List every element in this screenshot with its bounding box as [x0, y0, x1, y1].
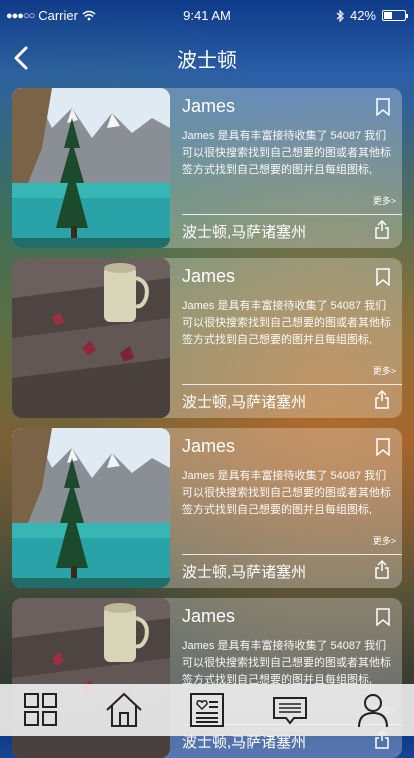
card-description: James 是具有丰富接待收集了 54087 我们可以很快搜索找到自己想要的图或…	[182, 640, 391, 686]
status-bar: ●●●○○ Carrier 9:41 AM 42%	[0, 0, 414, 30]
bookmark-icon[interactable]	[376, 608, 390, 626]
battery-icon	[382, 10, 408, 21]
card-description: James 是具有丰富接待收集了 54087 我们可以很快搜索找到自己想要的图或…	[182, 300, 391, 346]
more-link[interactable]: 更多>	[373, 194, 396, 207]
grid-icon	[24, 693, 58, 726]
battery-percent: 42%	[349, 8, 376, 23]
mountain-lake-image[interactable]	[12, 428, 170, 588]
home-icon	[106, 692, 142, 727]
card[interactable]: James James 是具有丰富接待收集了 54087 我们可以很快搜索找到自…	[12, 88, 402, 248]
tab-news[interactable]	[187, 690, 227, 730]
share-icon[interactable]	[374, 389, 390, 409]
mountain-lake-image[interactable]	[12, 88, 170, 248]
share-icon[interactable]	[374, 219, 390, 239]
card-info: James James 是具有丰富接待收集了 54087 我们可以很快搜索找到自…	[182, 258, 402, 418]
bookmark-icon[interactable]	[376, 438, 390, 456]
profile-icon	[357, 694, 388, 728]
share-icon[interactable]	[374, 559, 390, 579]
tab-bar	[0, 684, 414, 736]
card-description: James 是具有丰富接待收集了 54087 我们可以很快搜索找到自己想要的图或…	[182, 130, 391, 176]
card-name: James	[182, 96, 236, 116]
bookmark-icon[interactable]	[376, 98, 390, 116]
divider	[182, 214, 402, 215]
card-info: James James 是具有丰富接待收集了 54087 我们可以很快搜索找到自…	[182, 428, 402, 588]
divider	[182, 384, 402, 385]
mug-on-wood-image[interactable]	[12, 258, 170, 418]
tab-home[interactable]	[104, 690, 144, 730]
nav-bar: 波士顿	[0, 38, 414, 78]
bluetooth-icon	[336, 9, 344, 22]
tab-grid[interactable]	[21, 690, 61, 730]
news-icon	[189, 693, 224, 727]
card-location: 波士顿,马萨诸塞州	[182, 224, 307, 241]
tab-profile[interactable]	[353, 690, 393, 730]
message-icon	[272, 697, 307, 725]
card-name: James	[182, 266, 236, 286]
card[interactable]: James James 是具有丰富接待收集了 54087 我们可以很快搜索找到自…	[12, 428, 402, 588]
card-description: James 是具有丰富接待收集了 54087 我们可以很快搜索找到自己想要的图或…	[182, 470, 391, 516]
card-location: 波士顿,马萨诸塞州	[182, 564, 307, 581]
bookmark-icon[interactable]	[376, 268, 390, 286]
card-name: James	[182, 606, 236, 626]
card-info: James James 是具有丰富接待收集了 54087 我们可以很快搜索找到自…	[182, 88, 402, 248]
card-location: 波士顿,马萨诸塞州	[182, 394, 307, 411]
divider	[182, 554, 402, 555]
tab-messages[interactable]	[270, 690, 310, 730]
card-name: James	[182, 436, 236, 456]
more-link[interactable]: 更多>	[373, 534, 396, 547]
card[interactable]: James James 是具有丰富接待收集了 54087 我们可以很快搜索找到自…	[12, 258, 402, 418]
status-right: 42%	[336, 8, 408, 23]
page-title: 波士顿	[177, 50, 237, 72]
more-link[interactable]: 更多>	[373, 364, 396, 377]
